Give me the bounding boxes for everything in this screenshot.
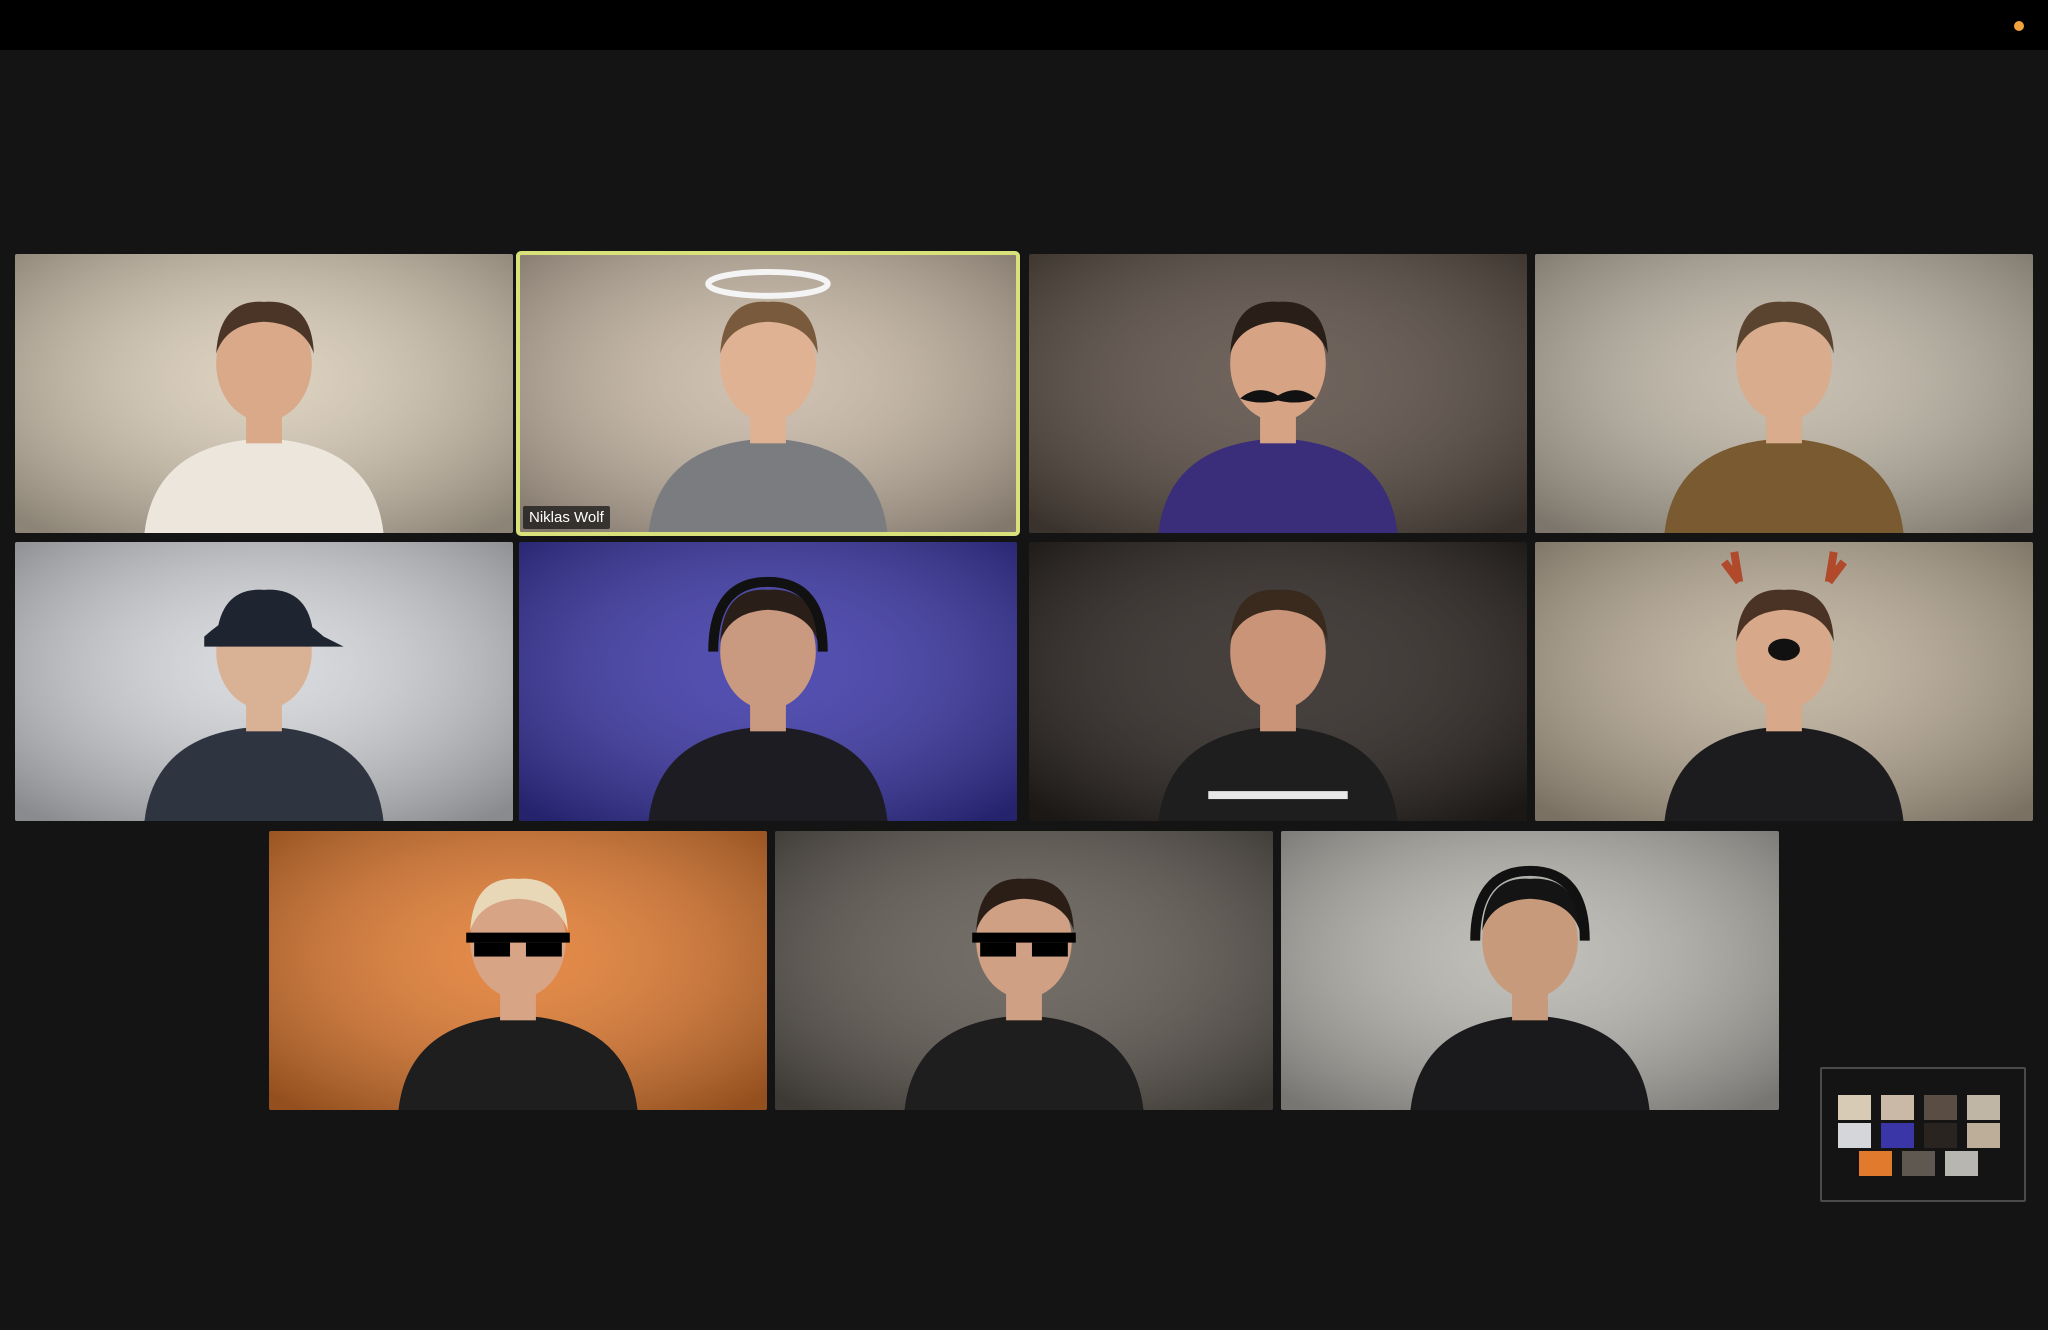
video-feed xyxy=(775,831,1273,1110)
video-feed xyxy=(15,254,513,533)
self-view-minimized[interactable] xyxy=(1820,1067,2026,1202)
participant-video-tile[interactable] xyxy=(519,542,1017,821)
participant-video-tile[interactable] xyxy=(15,254,513,533)
self-view-thumbnail xyxy=(1881,1123,1914,1148)
participant-video-tile[interactable] xyxy=(269,831,767,1110)
participant-video-tile[interactable] xyxy=(1029,254,1527,533)
participant-video-tile[interactable] xyxy=(1535,254,2033,533)
video-feed xyxy=(519,254,1017,533)
participant-name-label: Niklas Wolf xyxy=(523,506,610,529)
self-view-thumbnail xyxy=(1967,1095,2000,1120)
participant-video-tile[interactable]: Niklas Wolf xyxy=(516,251,1020,536)
self-view-thumbnail xyxy=(1924,1123,1957,1148)
shirt-logo-icon xyxy=(1208,791,1348,800)
video-feed xyxy=(269,831,767,1110)
video-feed xyxy=(519,542,1017,821)
participant-video-tile[interactable] xyxy=(775,831,1273,1110)
video-feed xyxy=(15,542,513,821)
video-feed xyxy=(1029,542,1527,821)
self-view-thumbnail xyxy=(1859,1151,1892,1176)
self-view-thumbnail xyxy=(1967,1123,2000,1148)
video-feed xyxy=(1281,831,1779,1110)
self-view-thumbnail xyxy=(1881,1095,1914,1120)
self-view-thumbnail xyxy=(1838,1095,1871,1120)
self-view-thumbnail xyxy=(1924,1095,1957,1120)
self-view-thumbnail xyxy=(1838,1123,1871,1148)
self-view-thumbnail xyxy=(1902,1151,1935,1176)
participant-video-tile[interactable] xyxy=(1535,542,2033,821)
gallery-view: Niklas Wolf xyxy=(0,0,2048,1330)
video-feed xyxy=(1535,542,2033,821)
video-feed xyxy=(1029,254,1527,533)
video-feed xyxy=(1535,254,2033,533)
participant-video-tile[interactable] xyxy=(1029,542,1527,821)
participant-video-tile[interactable] xyxy=(15,542,513,821)
participant-video-tile[interactable] xyxy=(1281,831,1779,1110)
self-view-thumbnail xyxy=(1945,1151,1978,1176)
